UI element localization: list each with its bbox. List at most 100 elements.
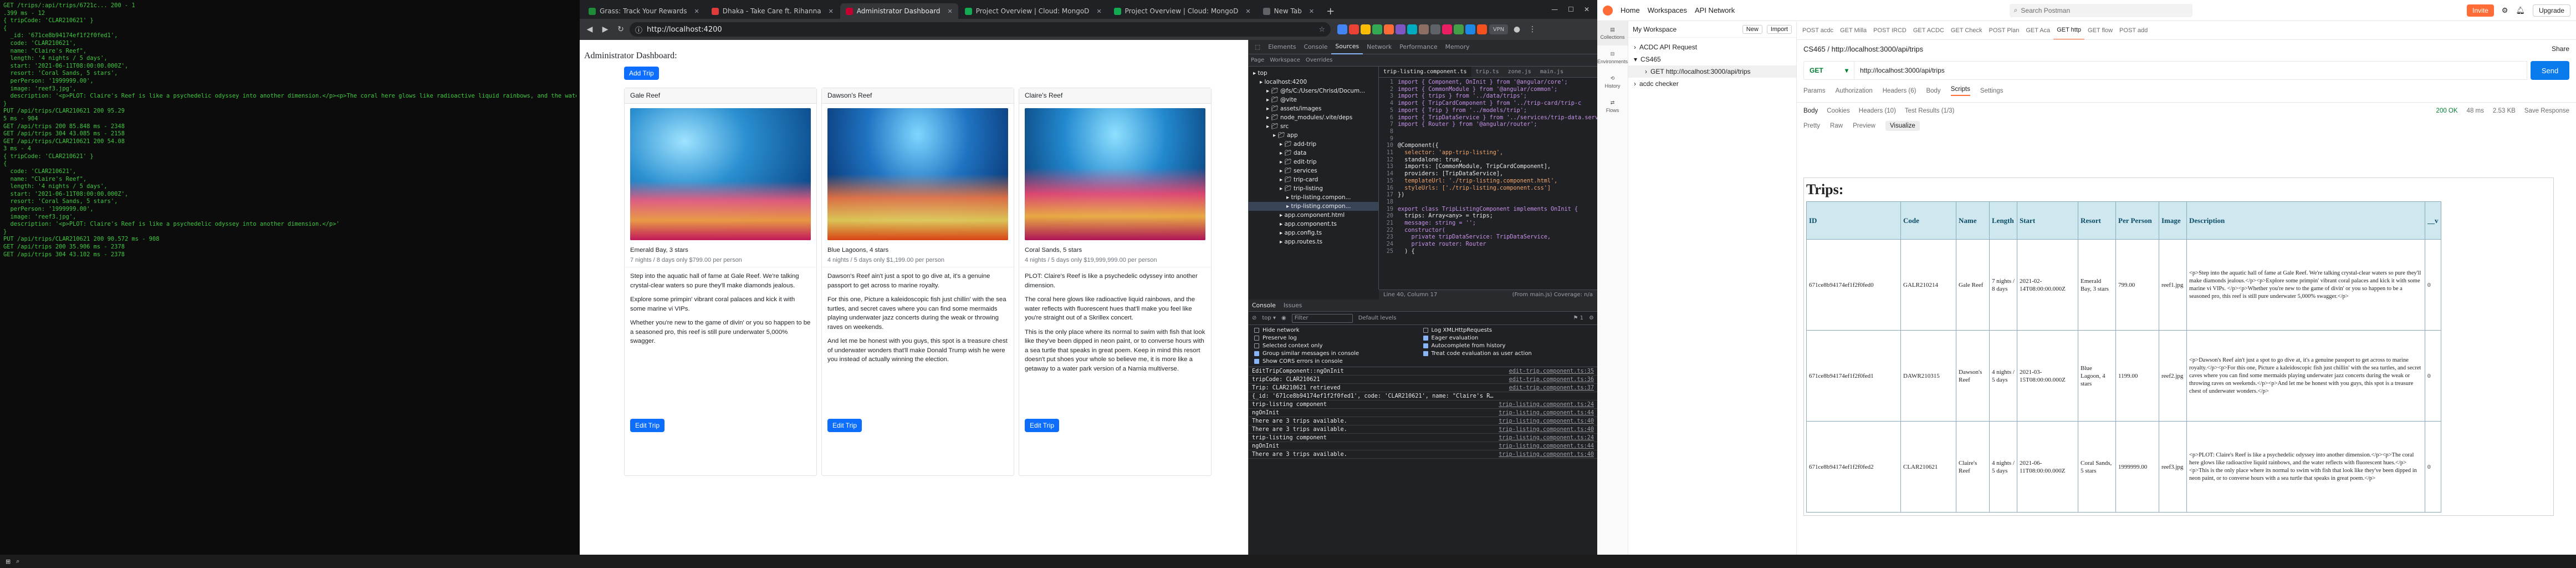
- minimize-icon[interactable]: —: [1551, 6, 1558, 13]
- format-tab[interactable]: Visualize: [1885, 121, 1920, 131]
- message-source-link[interactable]: trip-listing.component.ts:40: [1499, 452, 1594, 458]
- sidebar-item[interactable]: ⊟ Environments: [1597, 45, 1628, 70]
- save-response-button[interactable]: Save Response: [2524, 108, 2569, 114]
- devtools-tab[interactable]: Memory: [1442, 40, 1474, 54]
- message-source-link[interactable]: trip-listing.component.ts:44: [1499, 410, 1594, 416]
- file-tree-item[interactable]: ▸ app.config.ts: [1249, 229, 1378, 237]
- collection-item[interactable]: ▾ CS465: [1628, 53, 1796, 65]
- file-tree-item[interactable]: ▸ localhost:4200: [1249, 78, 1378, 87]
- request-tab[interactable]: GET ACDC: [1910, 27, 1948, 34]
- collection-item[interactable]: › acdc checker: [1628, 78, 1796, 90]
- extension-icon[interactable]: [1384, 24, 1394, 34]
- settings-icon[interactable]: ⚙: [2502, 6, 2508, 15]
- file-tree-item[interactable]: ▸ 📁︎ node_modules/.vite/deps: [1249, 113, 1378, 122]
- sources-subtab[interactable]: Page: [1251, 57, 1264, 63]
- nav-home[interactable]: Home: [1621, 6, 1640, 14]
- file-tree-item[interactable]: ▸ 📁︎ services: [1249, 166, 1378, 175]
- file-tree-item[interactable]: ▸ app.component.ts: [1249, 220, 1378, 229]
- console-filter-input[interactable]: Filter: [1291, 313, 1353, 323]
- windows-start-icon[interactable]: ⊞: [6, 558, 11, 565]
- close-icon[interactable]: ✕: [1245, 8, 1250, 15]
- request-tab[interactable]: GET Milla: [1837, 27, 1870, 34]
- browser-tab[interactable]: Grass: Track Your Rewards ✕: [583, 3, 705, 19]
- close-icon[interactable]: ✕: [1309, 8, 1314, 15]
- edit-trip-button[interactable]: Edit Trip: [630, 419, 665, 432]
- extension-icon[interactable]: [1396, 24, 1405, 34]
- checkbox[interactable]: [1254, 351, 1259, 356]
- devtools-tab[interactable]: Elements: [1264, 40, 1300, 54]
- collection-item[interactable]: › GET http://localhost:3000/api/trips: [1628, 65, 1796, 78]
- back-icon[interactable]: ◀: [583, 23, 596, 36]
- extension-icon[interactable]: [1419, 24, 1429, 34]
- close-icon[interactable]: ✕: [1096, 8, 1101, 15]
- console-option[interactable]: Log XMLHttpRequests: [1423, 327, 1592, 333]
- extension-icon[interactable]: [1361, 24, 1371, 34]
- nav-workspaces[interactable]: Workspaces: [1648, 6, 1687, 14]
- message-source-link[interactable]: trip-listing.component.ts:40: [1499, 418, 1594, 424]
- checkbox[interactable]: [1423, 343, 1428, 348]
- forward-icon[interactable]: ▶: [599, 23, 612, 36]
- sidebar-item[interactable]: ⟲ History: [1597, 70, 1628, 94]
- browser-tab[interactable]: Administrator Dashboard ✕: [840, 3, 958, 19]
- close-icon[interactable]: ✕: [829, 8, 834, 15]
- request-tab[interactable]: GET Check: [1948, 27, 1986, 34]
- browser-tab[interactable]: Dhaka - Take Care ft. Rihanna ✕: [706, 3, 839, 19]
- browser-tab[interactable]: New Tab ✕: [1258, 3, 1320, 19]
- console-option[interactable]: Autocomplete from history: [1423, 343, 1592, 349]
- more-menu-icon[interactable]: ⋮: [1526, 23, 1539, 36]
- request-subtab[interactable]: Headers (6): [1883, 88, 1916, 94]
- format-tab[interactable]: Raw: [1830, 123, 1843, 129]
- devtools-tab[interactable]: Sources: [1331, 40, 1363, 54]
- extension-icon[interactable]: [1372, 24, 1382, 34]
- address-bar[interactable]: ⓘ http://localhost:4200 ☆: [630, 22, 1331, 37]
- request-tab[interactable]: GET Aca: [2022, 27, 2053, 34]
- nav-api-network[interactable]: API Network: [1695, 6, 1735, 14]
- file-tree-item[interactable]: ▸ top: [1249, 69, 1378, 78]
- extension-icon[interactable]: [1454, 24, 1464, 34]
- url-input[interactable]: http://localhost:3000/api/trips: [1854, 61, 2527, 80]
- file-tree-item[interactable]: ▸ 📁︎ data: [1249, 149, 1378, 158]
- response-tab[interactable]: Headers (10): [1859, 108, 1896, 114]
- message-source-link[interactable]: trip-listing.component.ts:24: [1499, 435, 1594, 441]
- edit-trip-button[interactable]: Edit Trip: [827, 419, 862, 432]
- import-button[interactable]: Import: [1766, 24, 1792, 34]
- checkbox[interactable]: [1254, 359, 1259, 364]
- sources-subtab[interactable]: Workspace: [1270, 57, 1300, 63]
- maximize-icon[interactable]: ☐: [1568, 6, 1574, 13]
- checkbox[interactable]: [1254, 336, 1259, 341]
- inspect-element-icon[interactable]: ⬚: [1251, 40, 1264, 54]
- file-tree-item[interactable]: ▸ 📁︎ add-trip: [1249, 140, 1378, 149]
- extension-icon[interactable]: [1465, 24, 1475, 34]
- edit-trip-button[interactable]: Edit Trip: [1025, 419, 1060, 432]
- request-tab[interactable]: POST acdc: [1799, 27, 1837, 34]
- browser-tab[interactable]: Project Overview | Cloud: MongoD ✕: [1108, 3, 1256, 19]
- extension-icon[interactable]: [1430, 24, 1440, 34]
- reload-icon[interactable]: ↻: [614, 23, 627, 36]
- extension-icon[interactable]: [1349, 24, 1359, 34]
- console-option[interactable]: Eager evaluation: [1423, 335, 1592, 341]
- send-button[interactable]: Send: [2531, 61, 2569, 80]
- console-option[interactable]: Selected context only: [1254, 343, 1423, 349]
- request-subtab[interactable]: Params: [1803, 88, 1826, 94]
- checkbox[interactable]: [1423, 351, 1428, 356]
- browser-tab[interactable]: Project Overview | Cloud: MongoD ✕: [959, 3, 1107, 19]
- console-option[interactable]: Group similar messages in console: [1254, 351, 1423, 357]
- editor-tab[interactable]: trip-listing.component.ts: [1379, 67, 1471, 77]
- vpn-badge[interactable]: VPN: [1489, 24, 1508, 34]
- bookmark-star-icon[interactable]: ☆: [1318, 26, 1325, 34]
- editor-tab[interactable]: main.js: [1536, 67, 1568, 77]
- new-button[interactable]: New: [1742, 24, 1762, 34]
- message-source-link[interactable]: trip-listing.component.ts:24: [1499, 402, 1594, 408]
- response-tab[interactable]: Cookies: [1827, 108, 1850, 114]
- share-button[interactable]: Share: [2552, 45, 2569, 53]
- sidebar-item[interactable]: ▤ Collections: [1597, 21, 1628, 45]
- message-source-link[interactable]: trip-listing.component.ts:40: [1499, 427, 1594, 433]
- format-tab[interactable]: Preview: [1853, 123, 1875, 129]
- file-tree-item[interactable]: ▸ 📁︎ src: [1249, 122, 1378, 131]
- eye-icon[interactable]: ◉: [1281, 315, 1286, 321]
- file-tree-item[interactable]: ▸ 📁︎ @vite: [1249, 95, 1378, 104]
- file-tree-item[interactable]: ▸ 📁︎ edit-trip: [1249, 158, 1378, 166]
- editor-tab[interactable]: zone.js: [1504, 67, 1536, 77]
- message-source-link[interactable]: trip-listing.component.ts:44: [1499, 443, 1594, 449]
- close-icon[interactable]: ✕: [694, 8, 699, 15]
